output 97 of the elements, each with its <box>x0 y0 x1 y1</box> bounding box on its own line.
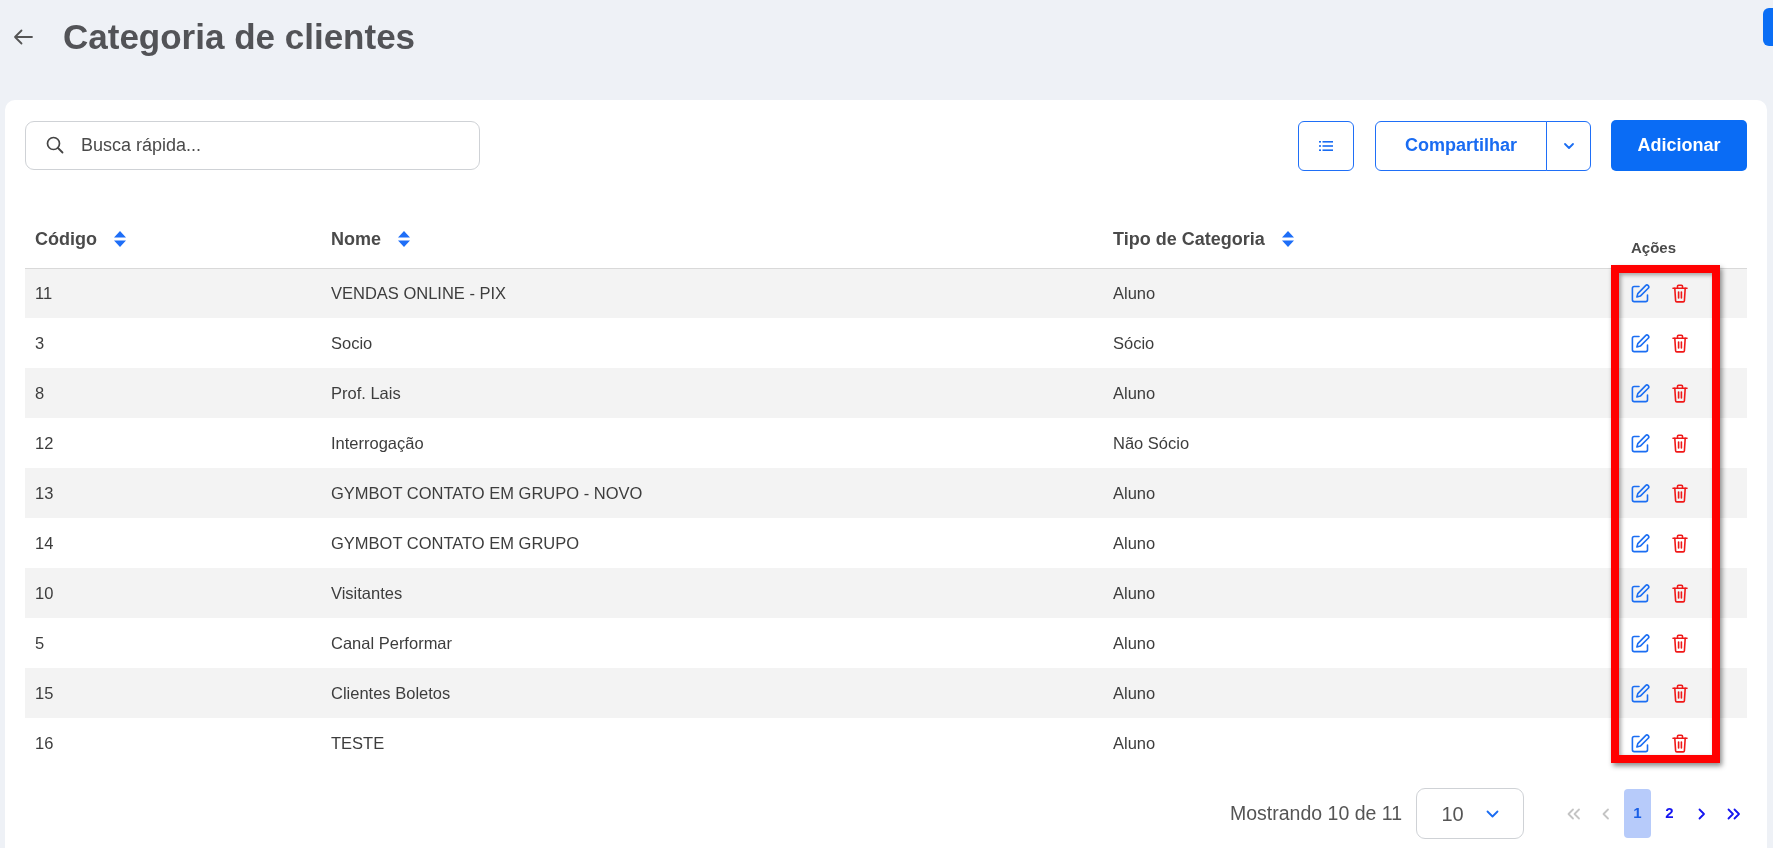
sort-icon[interactable] <box>114 230 126 247</box>
delete-button[interactable] <box>1672 383 1688 403</box>
double-chevron-right-icon <box>1726 808 1741 821</box>
delete-button[interactable] <box>1672 533 1688 553</box>
table-cell: 14 <box>25 518 321 568</box>
edit-icon <box>1631 683 1650 703</box>
table-cell: 15 <box>25 668 321 718</box>
table-cell: GYMBOT CONTATO EM GRUPO - NOVO <box>321 468 1103 518</box>
list-view-button[interactable] <box>1298 120 1354 171</box>
table-cell: 16 <box>25 718 321 768</box>
dropdown-toggle-button[interactable] <box>1546 120 1591 171</box>
delete-button[interactable] <box>1672 283 1688 303</box>
floating-tab[interactable] <box>1763 8 1773 46</box>
table-cell: Não Sócio <box>1103 418 1621 468</box>
table-cell: Aluno <box>1103 518 1621 568</box>
table-cell: Aluno <box>1103 718 1621 768</box>
chevron-left-icon <box>1601 808 1610 821</box>
search-icon <box>46 136 64 154</box>
trash-icon <box>1672 433 1688 453</box>
edit-button[interactable] <box>1631 283 1650 303</box>
table-cell: Clientes Boletos <box>321 668 1103 718</box>
back-button[interactable] <box>13 29 33 45</box>
table-cell: Aluno <box>1103 268 1621 318</box>
column-header: Ações <box>1631 239 1677 256</box>
table-cell: Aluno <box>1103 468 1621 518</box>
table-cell: Sócio <box>1103 318 1621 368</box>
trash-icon <box>1672 283 1688 303</box>
table-cell: Aluno <box>1103 668 1621 718</box>
delete-button[interactable] <box>1672 333 1688 353</box>
table-cell: Prof. Lais <box>321 368 1103 418</box>
edit-icon <box>1631 733 1650 753</box>
table-cell: Socio <box>321 318 1103 368</box>
edit-icon <box>1631 633 1650 653</box>
edit-button[interactable] <box>1631 533 1650 553</box>
trash-icon <box>1672 333 1688 353</box>
edit-button[interactable] <box>1631 583 1650 603</box>
column-header[interactable]: Código <box>35 228 97 249</box>
column-header[interactable]: Tipo de Categoria <box>1113 228 1265 249</box>
list-icon <box>1319 140 1333 153</box>
sort-icon[interactable] <box>398 230 410 247</box>
table-cell: 12 <box>25 418 321 468</box>
table-cell: Aluno <box>1103 368 1621 418</box>
table-cell: GYMBOT CONTATO EM GRUPO <box>321 518 1103 568</box>
chevron-down-icon <box>1562 142 1575 151</box>
table-cell: Canal Performar <box>321 618 1103 668</box>
table-cell: VENDAS ONLINE - PIX <box>321 268 1103 318</box>
double-chevron-left-icon <box>1566 808 1581 821</box>
edit-button[interactable] <box>1631 633 1650 653</box>
page-button[interactable]: 2 <box>1656 789 1683 838</box>
trash-icon <box>1672 483 1688 503</box>
sort-icon[interactable] <box>1281 230 1294 247</box>
delete-button[interactable] <box>1672 483 1688 503</box>
delete-button[interactable] <box>1672 683 1688 703</box>
chevron-right-icon <box>1697 808 1706 821</box>
table-cell: Aluno <box>1103 618 1621 668</box>
edit-button[interactable] <box>1631 383 1650 403</box>
edit-icon <box>1631 533 1650 553</box>
table-cell: 5 <box>25 618 321 668</box>
table-cell: Interrogação <box>321 418 1103 468</box>
table-cell: 10 <box>25 568 321 618</box>
trash-icon <box>1672 383 1688 403</box>
chevron-down-icon <box>1485 809 1499 818</box>
edit-icon <box>1631 333 1650 353</box>
table-cell: Visitantes <box>321 568 1103 618</box>
table-cell: Aluno <box>1103 568 1621 618</box>
edit-button[interactable] <box>1631 733 1650 753</box>
table-cell: 13 <box>25 468 321 518</box>
pagination-summary: Mostrando 10 de 11 <box>1230 800 1402 826</box>
edit-icon <box>1631 283 1650 303</box>
trash-icon <box>1672 683 1688 703</box>
trash-icon <box>1672 583 1688 603</box>
delete-button[interactable] <box>1672 433 1688 453</box>
search-field[interactable]: Busca rápida... <box>25 121 480 170</box>
add-button[interactable]: Adicionar <box>1611 120 1747 171</box>
page-title: Categoria de clientes <box>63 16 416 58</box>
table-cell: 8 <box>25 368 321 418</box>
edit-icon <box>1631 433 1650 453</box>
table-cell: 3 <box>25 318 321 368</box>
edit-button[interactable] <box>1631 483 1650 503</box>
arrow-left-icon <box>13 29 33 45</box>
edit-icon <box>1631 483 1650 503</box>
delete-button[interactable] <box>1672 633 1688 653</box>
trash-icon <box>1672 533 1688 553</box>
edit-button[interactable] <box>1631 333 1650 353</box>
edit-button[interactable] <box>1631 433 1650 453</box>
trash-icon <box>1672 633 1688 653</box>
edit-icon <box>1631 583 1650 603</box>
delete-button[interactable] <box>1672 733 1688 753</box>
table-cell: 11 <box>25 268 321 318</box>
trash-icon <box>1672 733 1688 753</box>
table-cell: TESTE <box>321 718 1103 768</box>
edit-icon <box>1631 383 1650 403</box>
delete-button[interactable] <box>1672 583 1688 603</box>
page-size-select[interactable]: 10 <box>1416 788 1524 839</box>
share-button[interactable]: Compartilhar <box>1375 120 1547 171</box>
edit-button[interactable] <box>1631 683 1650 703</box>
column-header[interactable]: Nome <box>331 228 381 249</box>
